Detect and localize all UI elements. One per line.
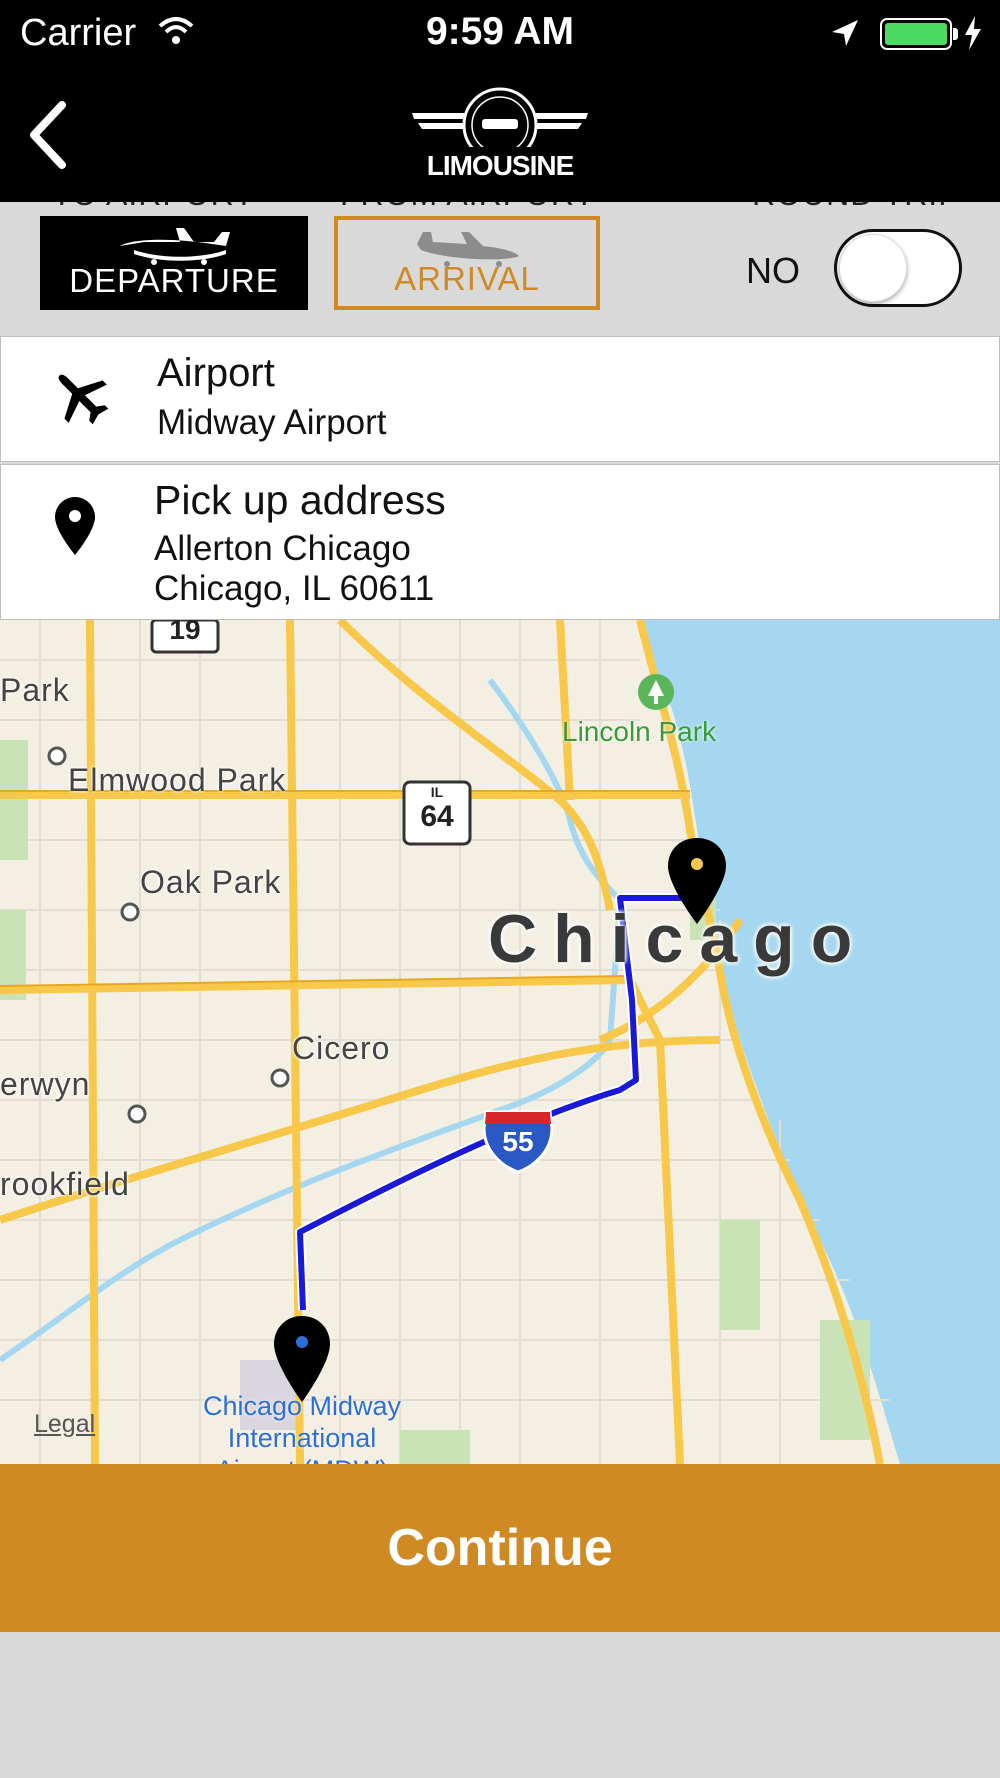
map-airport-label: Chicago Midway International Airport (MD…	[170, 1390, 434, 1464]
charging-icon	[965, 16, 981, 50]
map-canvas	[0, 620, 1000, 1464]
route-il-label: IL	[430, 784, 444, 800]
arrival-label: ARRIVAL	[394, 260, 540, 297]
map-city-label: Chicago	[488, 901, 869, 977]
map-place-elmwood-park: Elmwood Park	[68, 762, 287, 798]
departure-button[interactable]: DEPARTURE	[40, 216, 308, 310]
map-pin-icon	[55, 497, 95, 555]
airport-label-line2: International	[227, 1423, 377, 1453]
round-trip-toggle[interactable]	[834, 229, 962, 307]
trip-type-bar: TO AIRPORT FROM AIRPORT ROUND TRIP DEPAR…	[0, 202, 1000, 335]
airport-label: Airport	[157, 351, 275, 395]
pickup-line2: Chicago, IL 60611	[154, 569, 435, 608]
pickup-line1: Allerton Chicago	[154, 529, 411, 568]
round-trip-caption: ROUND TRIP	[752, 202, 961, 213]
back-button[interactable]	[20, 95, 80, 175]
battery-icon	[880, 18, 952, 50]
limousine-logo: LIMOUSINE	[412, 87, 588, 183]
route-19-number: 19	[169, 620, 201, 645]
battery-tip	[953, 28, 958, 40]
airplane-icon	[58, 374, 109, 425]
map-place-cicero: Cicero	[292, 1030, 391, 1066]
pickup-address-field[interactable]: Pick up address Allerton Chicago Chicago…	[0, 464, 1000, 620]
departure-label: DEPARTURE	[69, 262, 279, 299]
location-arrow-icon	[832, 20, 858, 46]
legal-link[interactable]: Legal	[34, 1410, 95, 1439]
map-place-berwyn: erwyn	[0, 1066, 91, 1102]
round-trip-value: NO	[746, 250, 800, 291]
top-bar: Carrier 9:59 AM LIMOUSINE	[0, 0, 1000, 202]
logo-text: LIMOUSINE	[427, 150, 574, 181]
continue-button[interactable]: Continue	[0, 1464, 1000, 1632]
airport-label-line1: Chicago Midway	[202, 1391, 402, 1421]
pickup-label: Pick up address	[154, 477, 446, 523]
toggle-knob	[839, 234, 907, 302]
airport-value: Midway Airport	[157, 403, 387, 442]
battery-level	[885, 23, 947, 45]
arrival-caption: FROM AIRPORT	[340, 202, 595, 213]
route-64-number: 64	[420, 800, 454, 833]
airport-label-line3: Airport (MDW)	[170, 1454, 434, 1464]
bottom-spacer	[0, 1632, 1000, 1778]
map-place-brookfield: rookfield	[0, 1166, 130, 1202]
departure-caption: TO AIRPORT	[52, 202, 255, 213]
route-map[interactable]: 19 IL 64 55 Park Elmwood Park Oak Park C…	[0, 620, 1000, 1464]
interstate-55-number: 55	[502, 1126, 534, 1157]
map-place-park: Park	[0, 672, 70, 708]
airport-field[interactable]: Airport Midway Airport	[0, 336, 1000, 462]
map-place-oak-park: Oak Park	[140, 864, 282, 900]
arrival-button[interactable]: ARRIVAL	[334, 216, 600, 310]
map-park-label: Lincoln Park	[562, 716, 717, 747]
